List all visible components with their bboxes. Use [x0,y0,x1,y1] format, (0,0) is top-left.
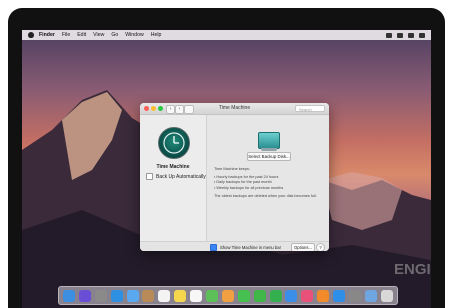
system-preferences-icon[interactable] [348,289,361,302]
apple-menu-icon[interactable] [28,32,34,38]
contacts-icon[interactable] [142,289,155,302]
wifi-icon[interactable] [386,32,392,38]
backup-info: Time Machine keeps: • Hourly backups for… [214,167,326,199]
numbers-icon[interactable] [269,289,282,302]
calendar-icon[interactable] [158,289,171,302]
menu-help[interactable]: Help [151,32,162,38]
watermark-logo: ENGI [394,261,431,278]
facetime-icon[interactable] [253,289,266,302]
backup-automatically-option[interactable]: Back Up Automatically [146,173,206,180]
svg-text:ENGI: ENGI [394,261,431,278]
keynote-icon[interactable] [285,289,298,302]
ibooks-icon[interactable] [317,289,330,302]
siri-icon[interactable] [78,289,91,302]
notification-center-icon[interactable] [419,32,425,38]
show-in-menu-bar-option[interactable]: Show Time Machine in menu bar [210,244,281,251]
search-input[interactable]: Search [295,105,325,112]
maps-icon[interactable] [205,289,218,302]
window-bottom-bar: Show Time Machine in menu bar Options...… [140,241,329,251]
spotlight-icon[interactable] [408,32,414,38]
finder-icon[interactable] [62,289,75,302]
mail-icon[interactable] [126,289,139,302]
reminders-icon[interactable] [190,289,203,302]
menu-finder[interactable]: Finder [39,32,55,38]
menu-go[interactable]: Go [111,32,118,38]
itunes-icon[interactable] [301,289,314,302]
notes-icon[interactable] [174,289,187,302]
show-in-menu-bar-label: Show Time Machine in menu bar [220,245,281,250]
app-name-label: Time Machine [156,164,190,170]
safari-icon[interactable] [110,289,123,302]
menu-window[interactable]: Window [125,32,143,38]
info-footer: The oldest backups are deleted when your… [214,193,317,198]
backup-automatically-label: Back Up Automatically [156,173,206,180]
launchpad-icon[interactable] [94,289,107,302]
time-machine-window: ‹ › Time Machine Search Time Machine Bac… [140,103,329,251]
right-pane: Select Backup Disk... Time Machine keeps… [206,115,329,251]
menu-bar: Finder File Edit View Go Window Help [22,30,431,40]
menu-view[interactable]: View [93,32,104,38]
photos-icon[interactable] [221,289,234,302]
left-pane: Time Machine Back Up Automatically [140,115,206,251]
trash-icon[interactable] [380,289,393,302]
menu-file[interactable]: File [62,32,70,38]
options-button[interactable]: Options... [291,243,315,251]
desktop-screen: Finder File Edit View Go Window Help ‹ › [22,30,431,308]
backup-automatically-checkbox[interactable] [146,173,153,180]
menu-edit[interactable]: Edit [77,32,86,38]
window-titlebar: ‹ › Time Machine Search [140,103,329,115]
show-in-menu-bar-checkbox[interactable] [210,244,217,251]
battery-icon[interactable] [397,32,403,38]
time-machine-icon [158,127,190,159]
clock-hands-icon [163,132,185,154]
backup-disk-icon [258,132,280,151]
app-store-icon[interactable] [333,289,346,302]
dock [58,286,398,305]
messages-icon[interactable] [237,289,250,302]
help-button[interactable]: ? [316,243,325,251]
downloads-icon[interactable] [364,289,377,302]
laptop-frame: Finder File Edit View Go Window Help ‹ › [8,8,445,308]
select-backup-disk-button[interactable]: Select Backup Disk... [247,152,291,161]
